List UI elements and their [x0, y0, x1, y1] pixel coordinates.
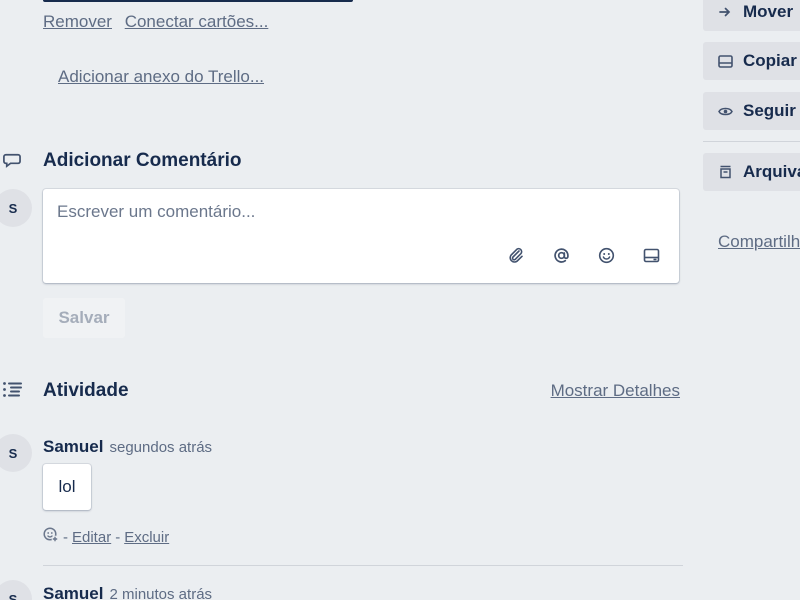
- move-button[interactable]: Mover: [703, 0, 800, 31]
- archive-button[interactable]: Arquivar: [703, 153, 800, 191]
- attachment-actions: Remover Conectar cartões...: [43, 12, 276, 32]
- comment-text: lol: [43, 464, 91, 510]
- activity-entry-header: Samuel segundos atrás: [43, 437, 212, 457]
- remove-attachment-link[interactable]: Remover: [43, 12, 112, 31]
- delete-comment-link[interactable]: Excluir: [124, 529, 169, 546]
- avatar[interactable]: S: [0, 434, 32, 472]
- copy-icon: [717, 53, 733, 69]
- arrow-right-icon: [717, 4, 733, 20]
- activity-entry-header: Samuel 2 minutos atrás: [43, 584, 212, 600]
- activity-list-icon: [2, 379, 24, 401]
- archive-icon: [717, 164, 733, 180]
- archive-label: Arquivar: [743, 162, 800, 181]
- avatar[interactable]: S: [0, 580, 32, 600]
- comment-placeholder: Escrever um comentário...: [57, 202, 256, 221]
- copy-label: Copiar: [743, 51, 797, 70]
- add-comment-title: Adicionar Comentário: [43, 150, 242, 171]
- save-comment-button[interactable]: Salvar: [43, 298, 125, 338]
- activity-title: Atividade: [43, 380, 129, 401]
- card-icon[interactable]: [641, 245, 661, 265]
- activity-divider: [43, 565, 683, 566]
- author-name[interactable]: Samuel: [43, 584, 103, 600]
- paperclip-icon[interactable]: [506, 245, 526, 265]
- watch-label: Seguir: [743, 101, 796, 120]
- add-trello-attachment-link[interactable]: Adicionar anexo do Trello...: [58, 67, 264, 87]
- connect-cards-link[interactable]: Conectar cartões...: [125, 12, 269, 31]
- add-reaction-icon[interactable]: [43, 527, 59, 547]
- avatar[interactable]: S: [0, 189, 32, 227]
- attachment-preview-edge: [43, 0, 353, 2]
- separator: -: [63, 528, 68, 546]
- show-details-link[interactable]: Mostrar Detalhes: [551, 381, 680, 401]
- move-label: Mover: [743, 2, 794, 21]
- edit-comment-link[interactable]: Editar: [72, 529, 111, 546]
- activity-timestamp[interactable]: 2 minutos atrás: [109, 586, 212, 600]
- eye-icon: [717, 103, 733, 119]
- author-name[interactable]: Samuel: [43, 437, 103, 456]
- comment-input[interactable]: Escrever um comentário...: [43, 189, 679, 283]
- sidebar-divider: [703, 141, 800, 142]
- copy-button[interactable]: Copiar: [703, 42, 800, 80]
- emoji-icon[interactable]: [596, 245, 616, 265]
- comment-toolbar: [506, 245, 661, 265]
- separator: -: [115, 528, 121, 546]
- activity-timestamp[interactable]: segundos atrás: [109, 439, 212, 456]
- mention-icon[interactable]: [551, 245, 571, 265]
- share-link[interactable]: Compartilhar: [718, 232, 800, 252]
- comment-icon: [2, 150, 24, 172]
- comment-actions: - Editar - Excluir: [43, 527, 169, 547]
- watch-button[interactable]: Seguir: [703, 92, 800, 130]
- card-detail-page: Remover Conectar cartões... Adicionar an…: [0, 0, 800, 600]
